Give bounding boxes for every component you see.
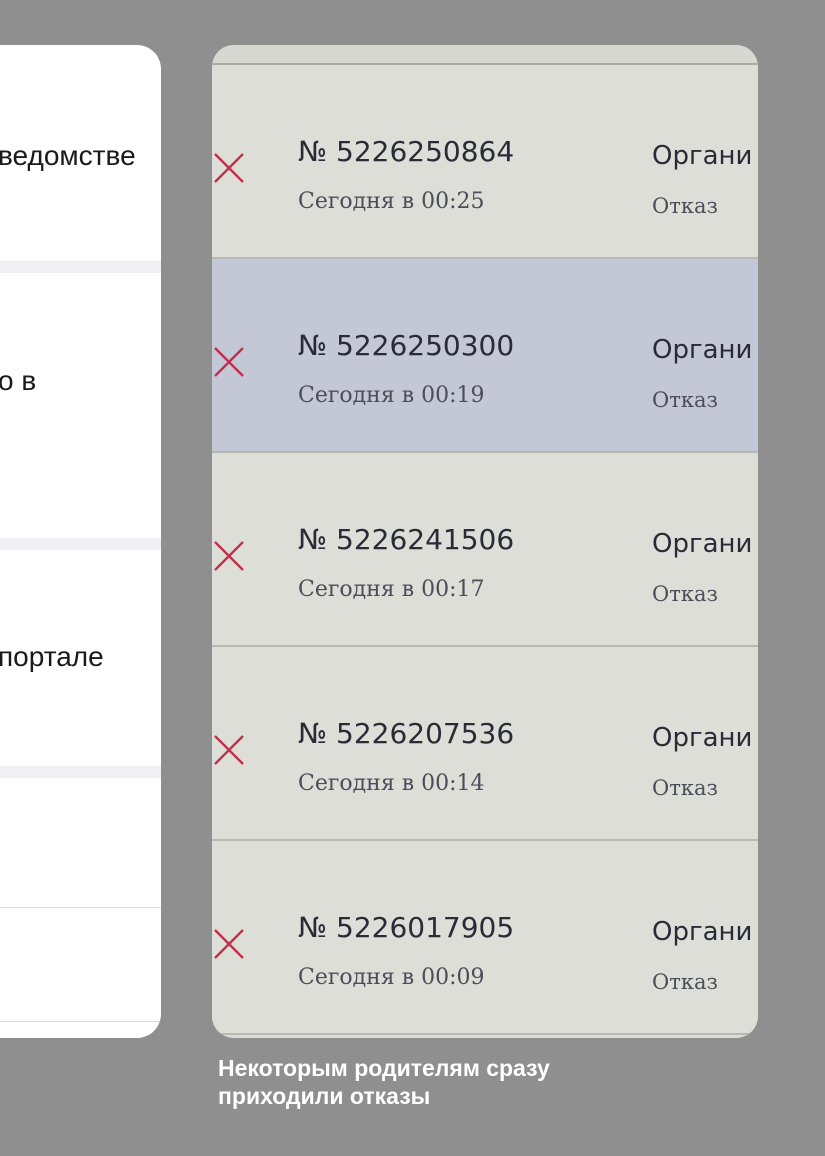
application-number: № 5226241506 — [298, 523, 515, 556]
cross-icon — [212, 539, 246, 573]
organization-label: Органи — [652, 723, 753, 753]
cross-icon — [212, 927, 246, 961]
cross-icon — [212, 733, 246, 767]
application-number: № 5226017905 — [298, 911, 515, 944]
organization-label: Органи — [652, 529, 753, 559]
left-card-text-1: ведомстве — [0, 140, 136, 171]
application-time: Сегодня в 00:19 — [298, 383, 485, 408]
application-time: Сегодня в 00:09 — [298, 965, 485, 990]
application-row[interactable]: № 5226250300 Сегодня в 00:19 Органи Отка… — [212, 259, 758, 453]
status-label: Отказ — [652, 970, 718, 994]
application-number: № 5226250864 — [298, 135, 515, 168]
status-label: Отказ — [652, 194, 718, 218]
left-card-input-line — [0, 1021, 161, 1022]
left-card-input-line — [0, 907, 161, 908]
caption: Некоторым родителям сразу приходили отка… — [218, 1054, 550, 1110]
status-label: Отказ — [652, 582, 718, 606]
organization-label: Органи — [652, 335, 753, 365]
caption-line-2: приходили отказы — [218, 1083, 431, 1109]
application-time: Сегодня в 00:17 — [298, 577, 485, 602]
application-number: № 5226250300 — [298, 329, 515, 362]
application-time: Сегодня в 00:14 — [298, 771, 485, 796]
left-card: ведомстве о в портале — [0, 45, 161, 1038]
left-card-divider — [0, 766, 161, 778]
status-label: Отказ — [652, 776, 718, 800]
list-top-edge — [212, 45, 758, 65]
status-label: Отказ — [652, 388, 718, 412]
cross-icon — [212, 345, 246, 379]
left-card-divider — [0, 261, 161, 273]
caption-line-1: Некоторым родителям сразу — [218, 1055, 550, 1081]
application-time: Сегодня в 00:25 — [298, 189, 485, 214]
application-row[interactable]: № 5226250864 Сегодня в 00:25 Органи Отка… — [212, 65, 758, 259]
organization-label: Органи — [652, 917, 753, 947]
organization-label: Органи — [652, 141, 753, 171]
left-card-text-3: портале — [0, 641, 104, 672]
left-card-text-2: о в — [0, 365, 37, 396]
application-row[interactable]: № 5226241506 Сегодня в 00:17 Органи Отка… — [212, 453, 758, 647]
cross-icon — [212, 151, 246, 185]
left-card-divider — [0, 538, 161, 550]
application-row[interactable]: № 5226017905 Сегодня в 00:09 Органи Отка… — [212, 841, 758, 1035]
applications-photo: № 5226250864 Сегодня в 00:25 Органи Отка… — [212, 45, 758, 1038]
application-row[interactable]: № 5226207536 Сегодня в 00:14 Органи Отка… — [212, 647, 758, 841]
application-number: № 5226207536 — [298, 717, 515, 750]
